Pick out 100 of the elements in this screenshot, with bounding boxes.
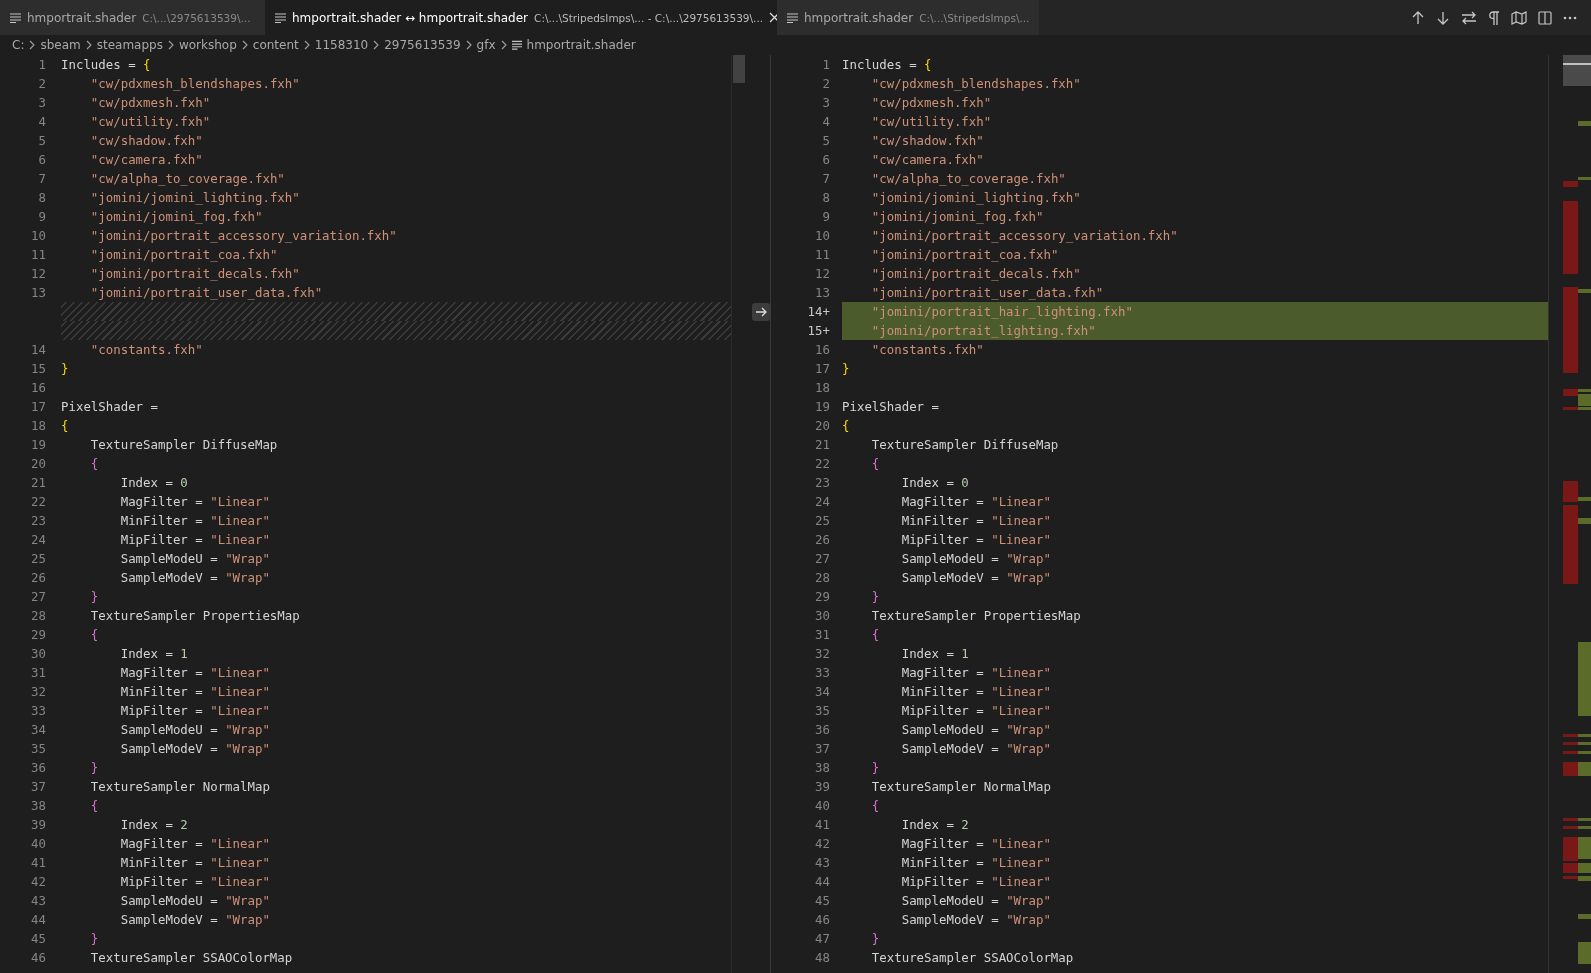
line-number: 34 bbox=[815, 684, 830, 699]
line-number: 42 bbox=[815, 836, 830, 851]
code-line: "jomini/jomini_lighting.fxh" bbox=[89, 190, 300, 205]
editor-tab[interactable]: hmportrait.shader C:\...\StripedsImps\... bbox=[777, 0, 1040, 35]
code-line: "jomini/portrait_accessory_variation.fxh" bbox=[89, 228, 397, 243]
line-number: 36 bbox=[815, 722, 830, 737]
line-number: 11 bbox=[31, 247, 46, 262]
code-line: MagFilter = "Linear" bbox=[119, 665, 270, 680]
line-number: 26 bbox=[31, 570, 46, 585]
line-number: 21 bbox=[31, 475, 46, 490]
code-line: "constants.fxh" bbox=[870, 342, 984, 357]
line-number: 25 bbox=[31, 551, 46, 566]
code-line: TextureSampler SSAOColorMap bbox=[870, 950, 1074, 965]
line-number: 7 bbox=[822, 171, 830, 186]
line-number: 19 bbox=[31, 437, 46, 452]
breadcrumb-item[interactable]: workshop bbox=[178, 38, 237, 52]
code-line: "jomini/jomini_fog.fxh" bbox=[870, 209, 1044, 224]
line-number: 46 bbox=[31, 950, 46, 965]
code-line: "cw/shadow.fxh" bbox=[89, 133, 203, 148]
line-number: 28 bbox=[815, 570, 830, 585]
code-line: SampleModeV = "Wrap" bbox=[900, 570, 1051, 585]
line-number: 1 bbox=[822, 57, 830, 72]
code-line: "constants.fxh" bbox=[89, 342, 203, 357]
line-number: 25 bbox=[815, 513, 830, 528]
code-line: "jomini/portrait_coa.fxh" bbox=[89, 247, 278, 262]
breadcrumb-item[interactable]: 1158310 bbox=[314, 38, 369, 52]
code-line: TextureSampler PropertiesMap bbox=[870, 608, 1081, 623]
line-number: 40 bbox=[815, 798, 830, 813]
code-line: MinFilter = "Linear" bbox=[900, 855, 1051, 870]
editor-tab[interactable]: hmportrait.shader C:\...\2975613539\... bbox=[0, 0, 265, 35]
code-line: SampleModeV = "Wrap" bbox=[900, 912, 1051, 927]
line-number: 22 bbox=[31, 494, 46, 509]
code-line: SampleModeV = "Wrap" bbox=[900, 741, 1051, 756]
code-line: "cw/camera.fxh" bbox=[89, 152, 203, 167]
breadcrumb-item[interactable]: C: bbox=[12, 38, 25, 52]
code-line: "cw/pdxmesh_blendshapes.fxh" bbox=[870, 76, 1081, 91]
breadcrumb-item[interactable]: gfx bbox=[476, 38, 496, 52]
code-line: Index = 1 bbox=[900, 646, 969, 661]
line-number: 44 bbox=[31, 912, 46, 927]
line-number: 6 bbox=[38, 152, 46, 167]
code-line: MagFilter = "Linear" bbox=[119, 836, 270, 851]
breadcrumb-item[interactable]: 2975613539 bbox=[384, 38, 461, 52]
code-line: "cw/camera.fxh" bbox=[870, 152, 984, 167]
code-line: MipFilter = "Linear" bbox=[119, 874, 270, 889]
tab-title: hmportrait.shader bbox=[27, 10, 137, 25]
breadcrumb-item[interactable]: content bbox=[252, 38, 299, 52]
line-number: 10 bbox=[815, 228, 830, 243]
line-number: 31 bbox=[815, 627, 830, 642]
line-number: 30 bbox=[31, 646, 46, 661]
code-line: MinFilter = "Linear" bbox=[900, 684, 1051, 699]
code-line: Includes = { bbox=[842, 57, 932, 72]
line-number: 10 bbox=[31, 228, 46, 243]
code-line: "jomini/portrait_decals.fxh" bbox=[870, 266, 1081, 281]
code-line: { bbox=[870, 456, 880, 471]
code-line: MipFilter = "Linear" bbox=[119, 532, 270, 547]
line-number: 3 bbox=[38, 95, 46, 110]
line-number: 41 bbox=[31, 855, 46, 870]
breadcrumb-item[interactable]: steamapps bbox=[96, 38, 163, 52]
line-number: 18 bbox=[31, 418, 46, 433]
code-line: "jomini/portrait_user_data.fxh" bbox=[870, 285, 1104, 300]
code-line: SampleModeV = "Wrap" bbox=[119, 570, 270, 585]
line-number: 16 bbox=[815, 342, 830, 357]
code-line: MagFilter = "Linear" bbox=[900, 494, 1051, 509]
line-number: 18 bbox=[815, 380, 830, 395]
code-line: "cw/pdxmesh.fxh" bbox=[89, 95, 211, 110]
line-number: 1 bbox=[38, 57, 46, 72]
code-line: } bbox=[870, 760, 880, 775]
line-number: 17 bbox=[31, 399, 46, 414]
code-line: "cw/alpha_to_coverage.fxh" bbox=[89, 171, 285, 186]
breadcrumb-item[interactable]: hmportrait.shader bbox=[526, 38, 636, 52]
tab-description: C:\...\StripedsImps\... - C:\...\2975613539\... bbox=[534, 11, 764, 24]
line-number: 19 bbox=[815, 399, 830, 414]
line-number: 15+ bbox=[807, 323, 830, 338]
line-number: 42 bbox=[31, 874, 46, 889]
code-line: } bbox=[870, 931, 880, 946]
code-line: } bbox=[61, 361, 69, 376]
line-number: 23 bbox=[815, 475, 830, 490]
line-number: 14 bbox=[31, 342, 46, 357]
code-line: SampleModeU = "Wrap" bbox=[119, 722, 270, 737]
line-number: 44 bbox=[815, 874, 830, 889]
code-line: PixelShader = bbox=[61, 399, 158, 414]
breadcrumb-item[interactable]: sbeam bbox=[40, 38, 81, 52]
code-line: "jomini/portrait_decals.fxh" bbox=[89, 266, 300, 281]
line-number: 41 bbox=[815, 817, 830, 832]
code-line: } bbox=[89, 760, 99, 775]
line-number: 45 bbox=[31, 931, 46, 946]
code-line: Index = 2 bbox=[900, 817, 969, 832]
line-number: 24 bbox=[815, 494, 830, 509]
line-number: 23 bbox=[31, 513, 46, 528]
code-line: PixelShader = bbox=[842, 399, 939, 414]
editor-tab[interactable]: hmportrait.shader ↔ hmportrait.shader C:\...\StripedsImps\... - C:\...\2975613539\... bbox=[265, 0, 777, 35]
line-number: 37 bbox=[31, 779, 46, 794]
code-line: MipFilter = "Linear" bbox=[900, 703, 1051, 718]
code-line: MinFilter = "Linear" bbox=[900, 513, 1051, 528]
code-line: TextureSampler DiffuseMap bbox=[870, 437, 1059, 452]
line-number: 12 bbox=[815, 266, 830, 281]
line-number: 31 bbox=[31, 665, 46, 680]
code-line: "cw/utility.fxh" bbox=[89, 114, 211, 129]
line-number: 9 bbox=[822, 209, 830, 224]
code-line: TextureSampler NormalMap bbox=[870, 779, 1051, 794]
